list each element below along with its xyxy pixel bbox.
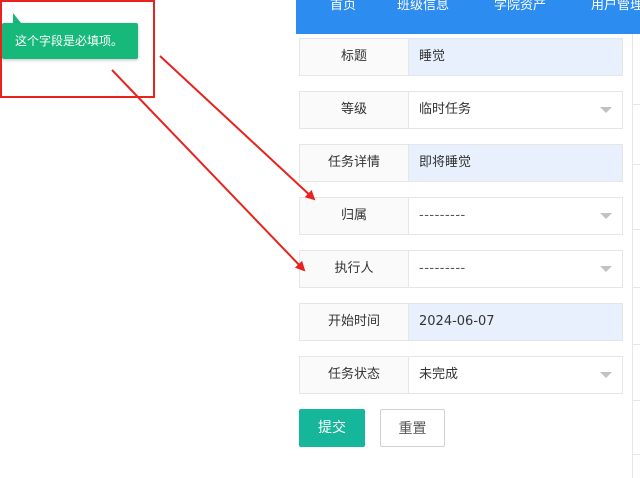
annotation-arrow-owner (159, 55, 316, 201)
annotation-arrows (111, 55, 316, 272)
